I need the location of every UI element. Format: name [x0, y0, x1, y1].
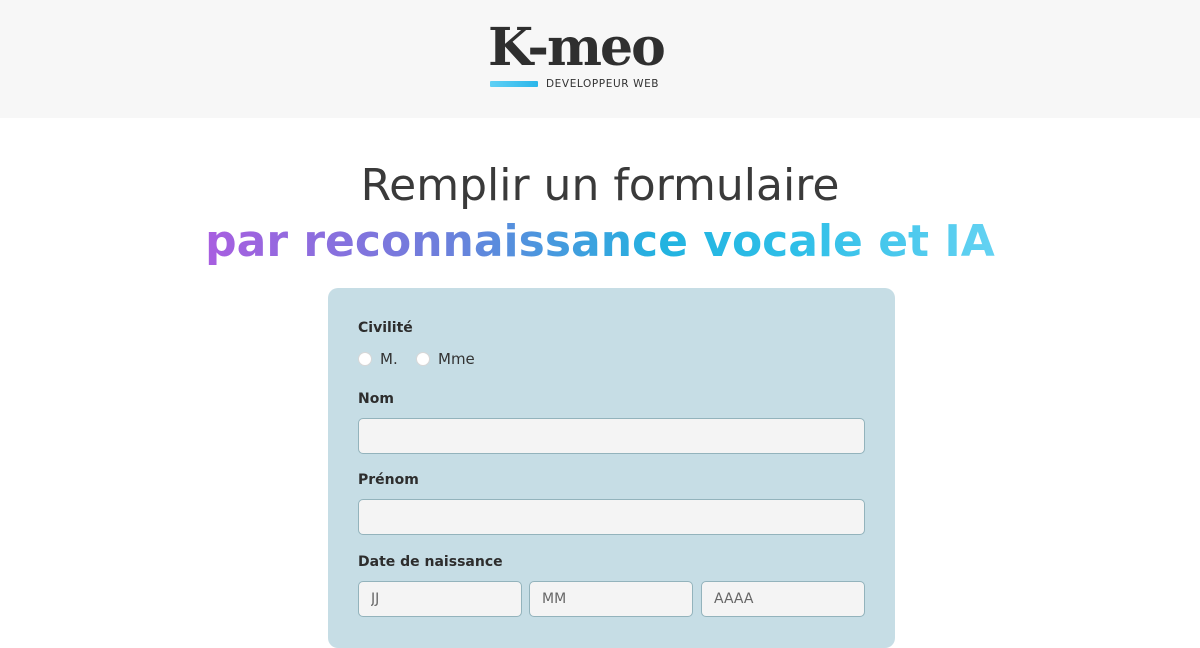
form-card: Civilité M. Mme Nom Prénom Date de naiss… — [328, 288, 895, 648]
kmeo-logo[interactable]: K-meo DEVELOPPEUR WEB — [488, 18, 668, 91]
headline-line-1: Remplir un formulaire — [360, 160, 840, 211]
first-name-label: Prénom — [358, 472, 419, 488]
logo-wordmark: K-meo — [488, 17, 666, 78]
headline-gradient-text: par reconnaissance vocale et IA — [205, 216, 995, 267]
headline-line-2: par reconnaissance vocale et IA — [0, 212, 1200, 272]
birth-day-input[interactable] — [358, 581, 522, 617]
site-header: K-meo DEVELOPPEUR WEB — [0, 0, 1200, 118]
birth-date-label: Date de naissance — [358, 554, 503, 570]
radio-mr[interactable] — [358, 352, 372, 366]
logo-tagline: DEVELOPPEUR WEB — [546, 78, 660, 90]
radio-mrs-label[interactable]: Mme — [438, 350, 475, 368]
first-name-input[interactable] — [358, 499, 865, 535]
radio-mr-label[interactable]: M. — [380, 350, 398, 368]
birth-month-input[interactable] — [529, 581, 693, 617]
last-name-label: Nom — [358, 391, 394, 407]
birth-year-input[interactable] — [701, 581, 865, 617]
radio-mrs[interactable] — [416, 352, 430, 366]
civility-label: Civilité — [358, 320, 413, 336]
last-name-input[interactable] — [358, 418, 865, 454]
logo-accent-bar — [490, 81, 538, 87]
